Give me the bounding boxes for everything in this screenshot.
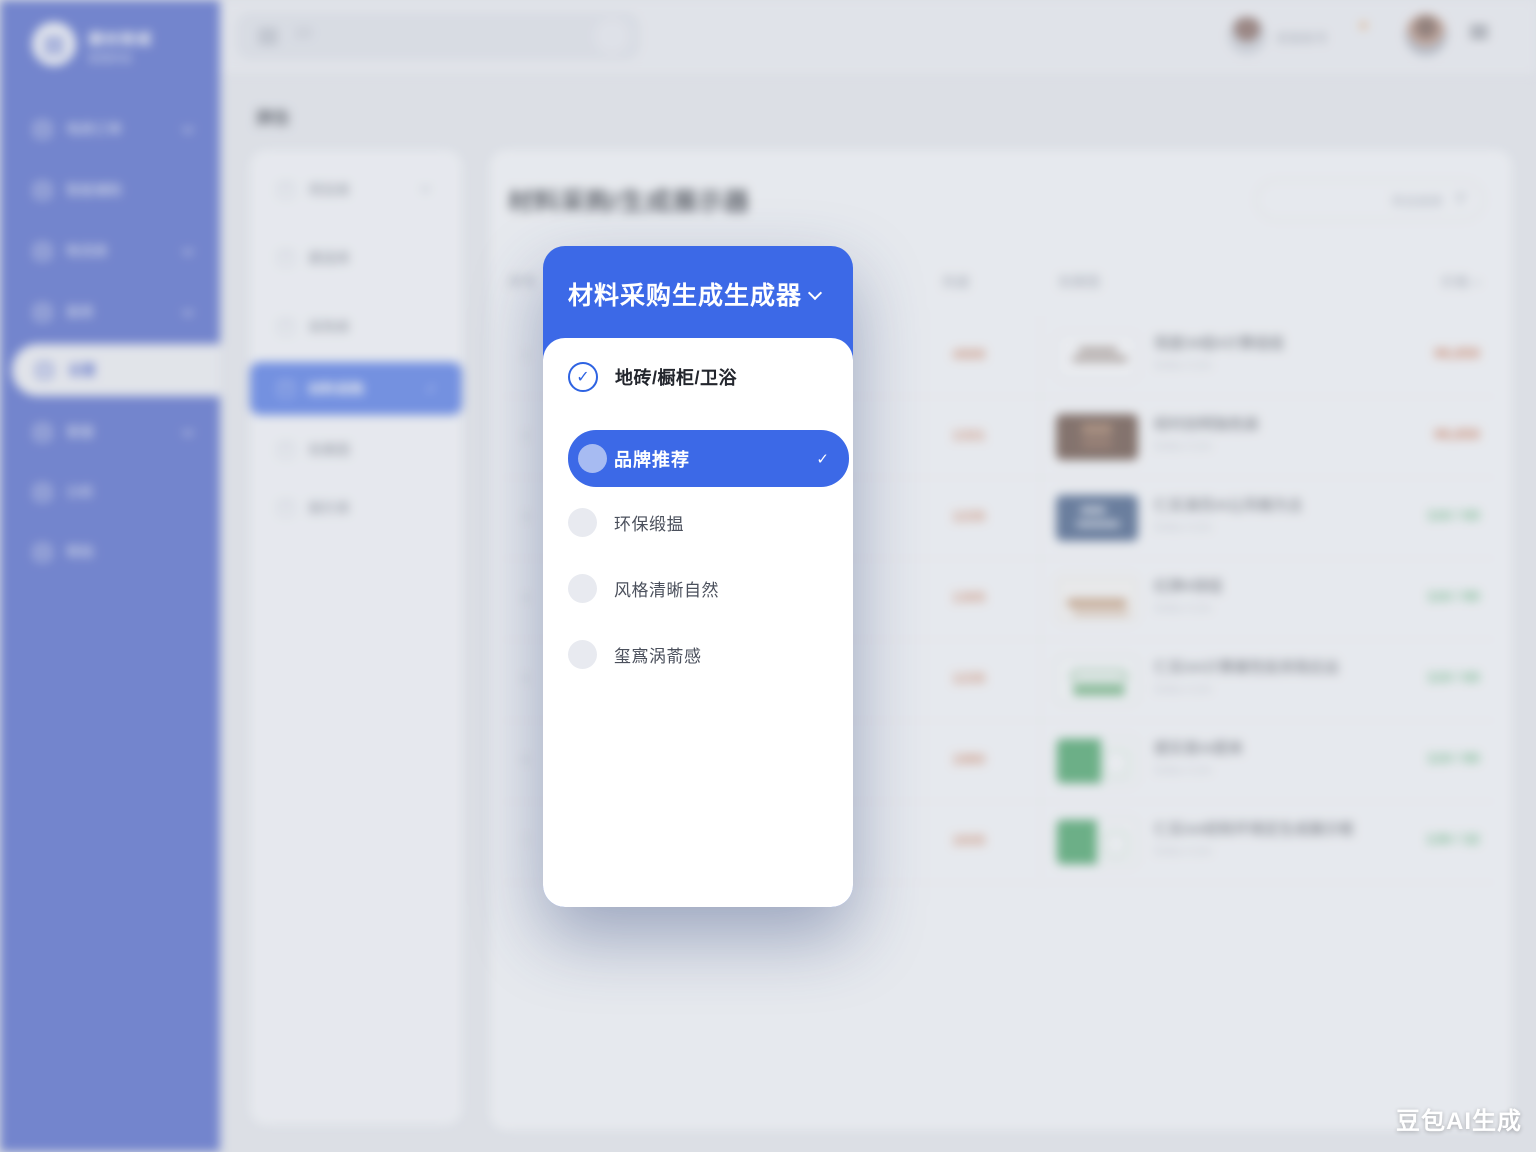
option-label: 风格清晰自然: [614, 576, 719, 601]
modal-title: 材料采购生成生成器: [568, 276, 802, 312]
option-label: 环保缎揾: [614, 510, 684, 535]
category-row[interactable]: 地砖/橱柜/卫浴: [568, 362, 737, 392]
option-space[interactable]: 玺寪涡萮感: [568, 640, 849, 669]
modal-body: 地砖/橱柜/卫浴 品牌推荐 环保缎揾 风格清晰自然 玺寪涡萮感: [543, 338, 853, 907]
option-style[interactable]: 风格清晰自然: [568, 574, 849, 603]
check-icon: [816, 450, 829, 468]
radio-icon: [568, 574, 597, 603]
ai-watermark: 豆包AI生成: [1396, 1101, 1522, 1136]
option-label: 玺寪涡萮感: [614, 642, 702, 667]
option-label: 品牌推荐: [614, 446, 690, 472]
material-generator-modal: 材料采购生成生成器 地砖/橱柜/卫浴 品牌推荐 环保缎揾 风格清晰自然: [543, 246, 853, 907]
chevron-down-icon: [808, 286, 822, 300]
option-eco[interactable]: 环保缎揾: [568, 508, 849, 537]
app-window: 建材商城 管理系统 电商订单 智能辅助 物流库 报表: [0, 0, 1536, 1152]
radio-icon: [568, 508, 597, 537]
radio-icon: [568, 640, 597, 669]
category-label: 地砖/橱柜/卫浴: [615, 364, 737, 390]
option-brand-selected[interactable]: 品牌推荐: [568, 430, 849, 487]
radio-icon: [578, 444, 607, 473]
check-circle-icon: [568, 362, 598, 392]
